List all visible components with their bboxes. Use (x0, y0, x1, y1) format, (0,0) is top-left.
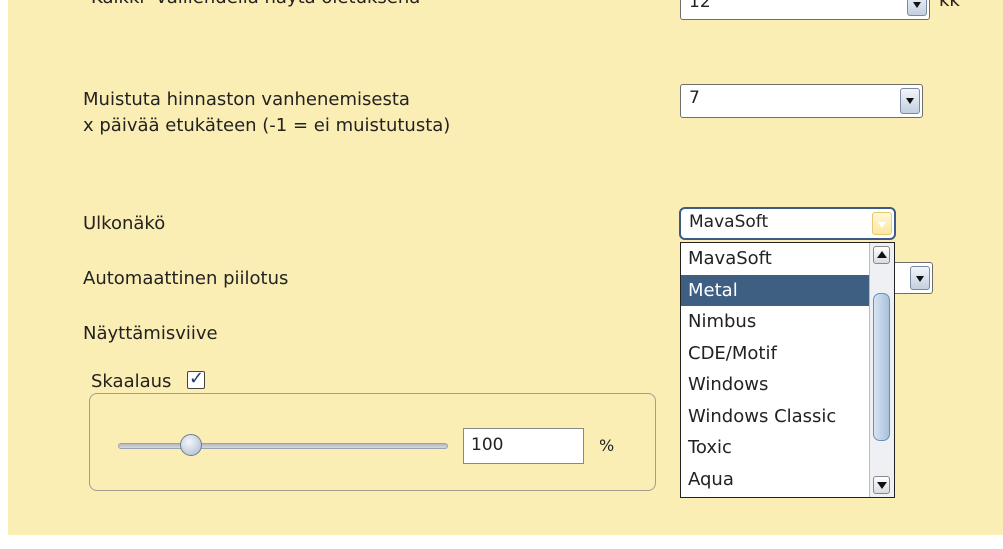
appearance-dropdown-list[interactable]: MavaSoft Metal Nimbus CDE/Motif Windows Windo… (680, 242, 895, 498)
dropdown-option[interactable]: Nimbus (681, 306, 869, 337)
appearance-combo[interactable]: MavaSoft (679, 207, 896, 240)
reminder-days-value: 7 (689, 88, 700, 108)
appearance-value: MavaSoft (689, 212, 769, 232)
dropdown-scrollbar[interactable] (869, 243, 894, 497)
dropdown-option[interactable]: CDE/Motif (681, 338, 869, 369)
chevron-down-icon[interactable] (907, 0, 927, 16)
scale-value-field[interactable]: 100 (463, 428, 584, 464)
reminder-label-line1: Muistuta hinnaston vanhenemisesta (83, 89, 410, 110)
dropdown-option[interactable]: MavaSoft (681, 243, 869, 274)
cutoff-combo[interactable]: 12 (680, 0, 930, 20)
reminder-days-combo[interactable]: 7 (680, 84, 923, 118)
scroll-up-icon[interactable] (873, 246, 890, 264)
scale-slider-handle[interactable] (179, 434, 202, 456)
chevron-down-icon[interactable] (910, 266, 930, 290)
scale-unit: % (599, 436, 615, 455)
dropdown-option[interactable]: Toxic (681, 432, 869, 463)
settings-panel: Kaikki -välilehdellä näytä oletuksena 12… (8, 0, 1003, 535)
chevron-down-icon[interactable] (872, 212, 892, 235)
scroll-down-icon[interactable] (873, 476, 890, 494)
dropdown-option[interactable]: Aqua (681, 464, 869, 495)
reminder-label-line2: x päivää etukäteen (-1 = ei muistutusta) (83, 115, 451, 136)
scale-slider-track[interactable] (118, 443, 448, 449)
appearance-label: Ulkonäkö (83, 213, 166, 234)
dropdown-option[interactable]: Windows (681, 369, 869, 400)
cutoff-label: Kaikki -välilehdellä näytä oletuksena (91, 0, 420, 10)
scaling-checkbox[interactable] (187, 368, 205, 389)
scaling-label: Skaalaus (91, 371, 172, 392)
scale-value: 100 (471, 435, 504, 455)
dropdown-option[interactable]: Metal (681, 274, 869, 306)
cutoff-unit: kk (939, 0, 960, 11)
scroll-thumb[interactable] (873, 293, 890, 441)
autohide-label: Automaattinen piilotus (83, 268, 289, 289)
cutoff-value: 12 (689, 0, 711, 12)
dropdown-option[interactable]: Windows Classic (681, 401, 869, 432)
chevron-down-icon[interactable] (900, 88, 920, 114)
delay-label: Näyttämisviive (83, 323, 218, 344)
